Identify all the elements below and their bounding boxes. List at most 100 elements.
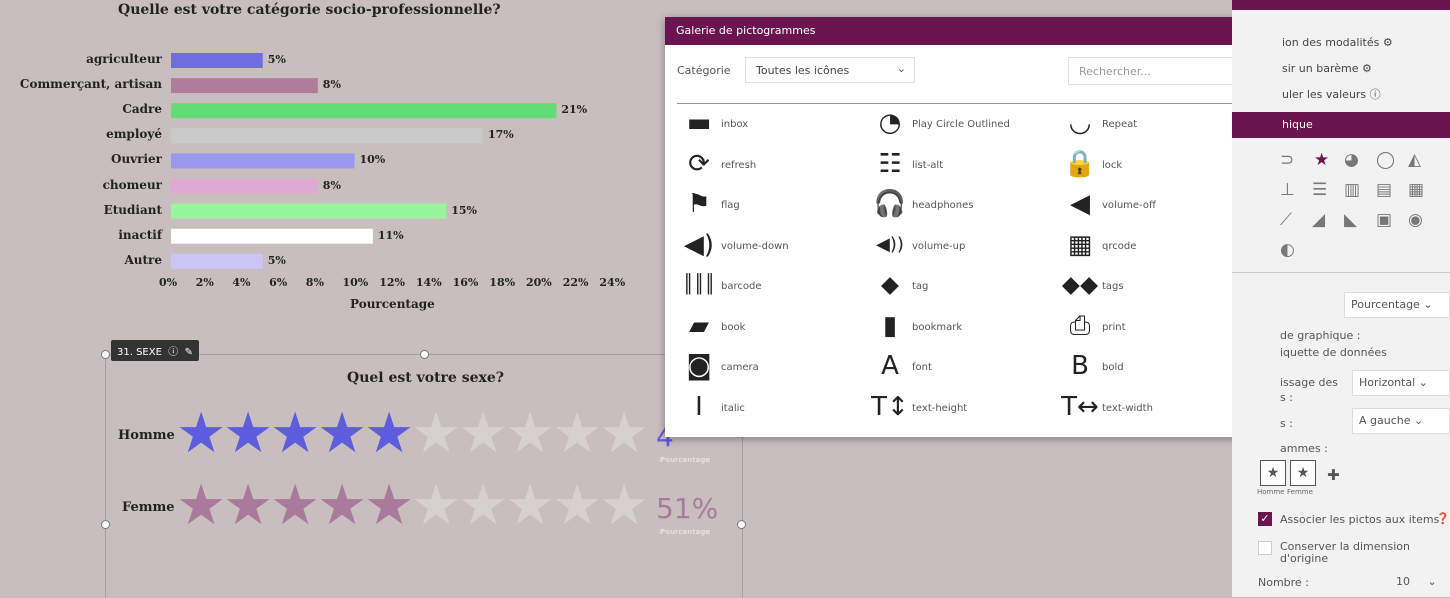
display-select[interactable]: Horizontal ⌄ xyxy=(1352,370,1450,396)
pictos-label: ammes : xyxy=(1280,442,1328,455)
icon-item-print[interactable]: ⎙ print xyxy=(1060,308,1250,348)
radar-chart-icon[interactable]: ◐ xyxy=(1280,240,1295,260)
star-icon: ★ xyxy=(317,473,368,538)
area-chart-icon[interactable]: ◭ xyxy=(1408,150,1421,170)
hbar2-chart-icon[interactable]: ☰ xyxy=(1312,180,1327,200)
icon-item-text-height[interactable]: T↕ text-height xyxy=(870,389,1060,429)
modalities-link-label: ion des modalités xyxy=(1282,36,1380,49)
table-chart-icon[interactable]: ▣ xyxy=(1376,210,1392,230)
modalities-link[interactable]: ion des modalités ⚙ xyxy=(1282,36,1393,49)
star-icon: ★ xyxy=(317,401,368,466)
values-link[interactable]: uler les valeurs ⓘ xyxy=(1282,86,1381,102)
icon-item-barcode[interactable]: ║║║ barcode xyxy=(679,267,869,307)
hbar-chart-icon[interactable]: ⊥ xyxy=(1280,180,1295,200)
icon-item-book[interactable]: ▰ book xyxy=(679,308,869,348)
align-select-value: A gauche xyxy=(1359,414,1411,427)
keep-size-checkbox[interactable] xyxy=(1258,541,1272,555)
icon-item-italic[interactable]: Iitalic xyxy=(679,389,869,429)
icon-item-inbox[interactable]: ▬ inbox xyxy=(679,113,869,145)
barcode-icon: ║║║ xyxy=(682,274,716,295)
bar-value-label: 21% xyxy=(561,103,588,117)
chart1-xlabel: Pourcentage xyxy=(350,297,435,311)
bar-commer-ant-artisan xyxy=(171,78,318,94)
icon-item-repeat[interactable]: ◡ Repeat xyxy=(1060,113,1250,145)
icon-item-flag[interactable]: ⚑ flag xyxy=(679,186,869,226)
icon-item-tags[interactable]: ⬥⬥ tags xyxy=(1060,267,1250,307)
align-select[interactable]: A gauche ⌄ xyxy=(1352,408,1450,434)
add-icon[interactable]: ✚ xyxy=(1327,466,1340,484)
bar-inactif xyxy=(171,228,373,244)
resize-handle-left[interactable] xyxy=(101,520,110,529)
volume-off-icon: ◀ xyxy=(1070,189,1090,219)
chevron-down-icon: ⌄ xyxy=(1414,414,1424,427)
font-icon: A xyxy=(881,351,899,381)
list-alt-icon: ☷ xyxy=(878,148,902,179)
resize-handle-right[interactable] xyxy=(737,520,746,529)
help-icon[interactable]: ❓ xyxy=(1436,512,1450,525)
area3-chart-icon[interactable]: ◣ xyxy=(1344,210,1357,230)
bar-chomeur xyxy=(171,178,318,194)
italic-icon: I xyxy=(695,391,703,422)
picto-femme[interactable]: ★ xyxy=(1290,460,1316,486)
bold-icon: B xyxy=(1071,351,1089,381)
icon-item-font[interactable]: Afont xyxy=(870,348,1060,388)
icon-item-qrcode[interactable]: ▦ qrcode xyxy=(1060,227,1250,267)
icon-item-camera[interactable]: ◙ camera xyxy=(679,348,869,388)
search-input[interactable]: Rechercher... ⌕ xyxy=(1068,57,1259,85)
area2-chart-icon[interactable]: ◢ xyxy=(1312,210,1325,230)
ring-chart-icon[interactable]: ⊃ xyxy=(1280,150,1294,170)
resize-handle-top[interactable] xyxy=(420,350,429,359)
icon-item-volume-down[interactable]: ◀) volume-down xyxy=(679,227,869,267)
panel-top-bar xyxy=(1232,0,1450,10)
print-icon: ⎙ xyxy=(1069,310,1091,341)
icon-item-tag[interactable]: ⬥ tag xyxy=(870,267,1060,307)
bar-employ- xyxy=(171,128,483,144)
pencil-icon[interactable]: ✎ xyxy=(181,347,193,358)
star-icon: ★ xyxy=(552,401,603,466)
x-tick-label: 6% xyxy=(269,276,288,289)
resize-handle-tl[interactable] xyxy=(101,350,110,359)
icon-item-label: lock xyxy=(1102,159,1123,171)
icon-item-bold[interactable]: Bbold xyxy=(1060,348,1250,388)
picto-homme[interactable]: ★ xyxy=(1260,460,1286,486)
x-tick-label: 12% xyxy=(379,276,405,289)
assoc-checkbox[interactable]: ✓ xyxy=(1258,512,1272,526)
tag-icon: ⬥ xyxy=(880,270,900,300)
question-tag[interactable]: 31. SEXE ⓘ ✎ xyxy=(111,340,200,361)
pie-chart-icon[interactable]: ◕ xyxy=(1344,150,1359,170)
icon-item-volume-off[interactable]: ◀ volume-off xyxy=(1060,186,1250,226)
icon-grid: ▬ inbox ◔ Play Circle Outlined ◡ Repeat ⟳ refre… xyxy=(677,113,1261,435)
icon-item-label: tags xyxy=(1102,281,1124,292)
chevron-down-icon: ⌄ xyxy=(1418,376,1428,389)
mode-select[interactable]: Pourcentage ⌄ xyxy=(1344,292,1450,318)
icon-item-lock[interactable]: 🔒 lock xyxy=(1060,146,1250,186)
values-link-label: uler les valeurs xyxy=(1282,88,1367,101)
line-chart-icon[interactable]: ⟋ xyxy=(1280,210,1292,230)
donut-chart-icon[interactable]: ◯ xyxy=(1376,150,1395,170)
icon-item-headphones[interactable]: 🎧 headphones xyxy=(870,186,1060,226)
display-label: issage des xyxy=(1280,376,1338,389)
count-select[interactable]: 10 ⌄ xyxy=(1372,570,1450,594)
dialog-title: Galerie de pictogrammes xyxy=(676,24,816,37)
scale-link[interactable]: sir un barème ⚙ xyxy=(1282,62,1372,75)
icon-item-play-circle-outlined[interactable]: ◔ Play Circle Outlined xyxy=(870,113,1060,145)
gauge-chart-icon[interactable]: ◉ xyxy=(1408,210,1423,230)
icon-item-text-width[interactable]: T↔ text-width xyxy=(1060,389,1250,429)
icon-item-bookmark[interactable]: ▮ bookmark xyxy=(870,308,1060,348)
info-icon[interactable]: ⓘ xyxy=(165,347,178,358)
vbar-chart-icon[interactable]: ▥ xyxy=(1344,180,1360,200)
icon-item-volume-up[interactable]: ◀)) volume-up xyxy=(870,227,1060,267)
stacked-hbar-icon[interactable]: ▤ xyxy=(1376,180,1392,200)
category-select[interactable]: Toutes les icônes ⌄ xyxy=(745,57,915,83)
icon-item-refresh[interactable]: ⟳ refresh xyxy=(679,146,869,186)
picto-chart-icon[interactable]: ★ xyxy=(1314,150,1329,170)
x-tick-label: 2% xyxy=(195,276,214,289)
mode-select-value: Pourcentage xyxy=(1351,298,1420,311)
icon-item-list-alt[interactable]: ☷ list-alt xyxy=(870,146,1060,186)
picto-label-homme: Homme xyxy=(1257,488,1285,496)
bookmark-icon: ▮ xyxy=(882,310,898,341)
row-percent-caption: Pourcentage xyxy=(660,528,711,536)
stacked-vbar-icon[interactable]: ▦ xyxy=(1408,180,1424,200)
category-value: Toutes les icônes xyxy=(756,64,850,77)
keep-size-label: Conserver la dimension d'origine xyxy=(1280,540,1410,565)
